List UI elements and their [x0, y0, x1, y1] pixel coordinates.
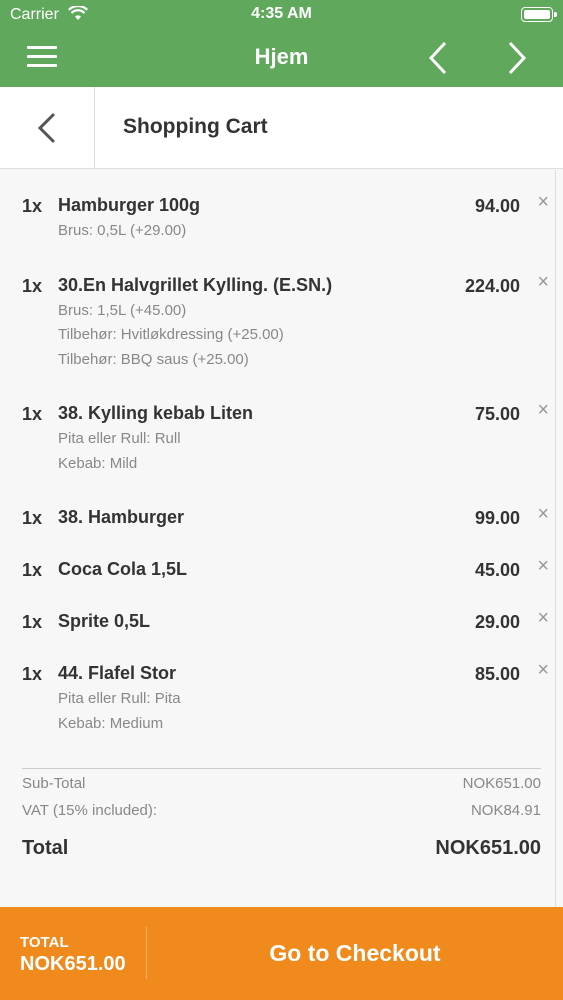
item-price: 29.00 [474, 612, 520, 632]
cart-item: 1x 44. Flafel Stor 85.00 × Pita eller Rull: … [0, 638, 555, 742]
cart-item: 1x 30.En Halvgrillet Kylling. (E.SN.) 224.… [0, 250, 555, 379]
item-option: Kebab: Mild [58, 454, 138, 472]
item-quantity: 1x [22, 275, 43, 296]
remove-item-icon[interactable]: × [537, 660, 549, 680]
remove-item-icon[interactable]: × [537, 556, 549, 576]
item-option: Pita eller Rull: Pita [58, 690, 181, 707]
vat-value: NOK84.91 [470, 802, 541, 819]
status-bar: Carrier 4:35 AM [0, 0, 563, 30]
item-option: Kebab: Medium [58, 714, 164, 732]
hamburger-menu-icon[interactable] [27, 46, 57, 68]
item-price: 99.00 [474, 508, 520, 528]
item-quantity: 1x [22, 508, 43, 528]
checkout-bar: TOTAL NOK651.00 Go to Checkout [0, 907, 563, 1000]
remove-item-icon[interactable]: × [537, 272, 549, 292]
item-option: Pita eller Rull: Rull [58, 430, 181, 447]
item-price: 45.00 [474, 560, 520, 580]
item-quantity: 1x [22, 196, 43, 216]
item-option: Tilbehør: BBQ saus (+25.00) [58, 350, 249, 368]
item-option: Brus: 1,5L (+45.00) [58, 301, 187, 319]
item-options: Brus: 1,5L (+45.00) Tilbehør: Hvitløkdres… [0, 296, 555, 373]
item-price: 94.00 [474, 196, 520, 216]
item-price: 75.00 [474, 404, 520, 424]
item-quantity: 1x [22, 664, 43, 684]
chevron-left-icon [37, 112, 56, 144]
cart-item: 1x 38. Kylling kebab Liten 75.00 × Pita elle… [0, 378, 555, 482]
item-quantity: 1x [22, 404, 43, 424]
remove-item-icon[interactable]: × [537, 400, 549, 420]
cart-item: 1x Sprite 0,5L 29.00 × [0, 586, 555, 638]
checkout-button[interactable]: Go to Checkout [147, 907, 563, 1000]
item-options: Pita eller Rull: Pita Kebab: Medium [0, 684, 555, 736]
subtotal-label: Sub-Total [22, 775, 86, 792]
item-option: Tilbehør: Hvitløkdressing (+25.00) [58, 326, 284, 343]
page-header: Shopping Cart [0, 87, 563, 169]
cart-item: 1x Hamburger 100g 94.00 × Brus: 0,5L (+29.00… [0, 170, 555, 250]
divider [555, 170, 556, 907]
item-quantity: 1x [22, 560, 43, 580]
remove-item-icon[interactable]: × [537, 192, 549, 212]
item-price: 85.00 [474, 664, 520, 684]
nav-forward-icon[interactable] [502, 40, 532, 76]
nav-title: Hjem [254, 44, 309, 69]
top-navigation-bar: Hjem [0, 30, 563, 87]
vat-row: VAT (15% included): NOK84.91 [22, 796, 541, 823]
item-quantity: 1x [22, 612, 43, 632]
clock: 4:35 AM [251, 5, 312, 22]
item-price: 224.00 [464, 275, 520, 296]
battery-icon [521, 7, 557, 22]
total-label: Total [22, 837, 69, 859]
cart-item-list: 1x Hamburger 100g 94.00 × Brus: 0,5L (+29.00… [0, 170, 555, 742]
total-row: Total NOK651.00 [22, 823, 541, 867]
cart-item: 1x Coca Cola 1,5L 45.00 × [0, 534, 555, 586]
cart-item: 1x 38. Hamburger 99.00 × [0, 482, 555, 534]
order-summary: Sub-Total NOK651.00 VAT (15% included): … [22, 768, 541, 867]
total-value: NOK651.00 [435, 837, 541, 859]
page-title: Shopping Cart [123, 115, 268, 138]
item-options: Brus: 0,5L (+29.00) [0, 216, 555, 244]
nav-back-icon[interactable] [425, 40, 455, 76]
footer-total-label: TOTAL [20, 934, 69, 951]
back-button[interactable] [0, 87, 95, 169]
vat-label: VAT (15% included): [22, 802, 158, 819]
remove-item-icon[interactable]: × [537, 608, 549, 628]
remove-item-icon[interactable]: × [537, 504, 549, 524]
subtotal-row: Sub-Total NOK651.00 [22, 769, 541, 796]
footer-total-value: NOK651.00 [20, 953, 126, 975]
item-options: Pita eller Rull: Rull Kebab: Mild [0, 424, 555, 476]
item-option: Brus: 0,5L (+29.00) [58, 222, 187, 239]
subtotal-value: NOK651.00 [462, 775, 541, 792]
